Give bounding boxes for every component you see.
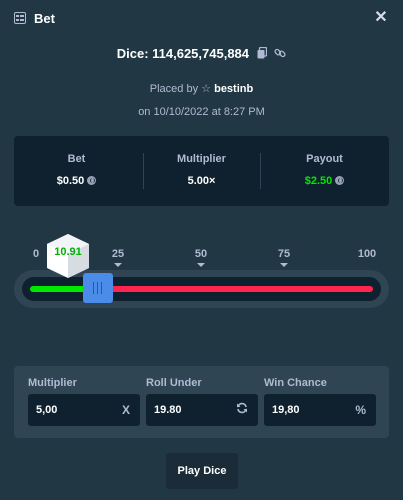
payout-text: $2.50 (304, 175, 333, 187)
modal-title: Bet (34, 11, 55, 26)
payout-stat: Payout $2.50 (260, 136, 389, 206)
bet-amount-label: Bet (67, 153, 86, 165)
link-icon[interactable] (274, 47, 286, 62)
play-dice-button[interactable]: Play Dice (166, 453, 238, 489)
bet-summary-panel: Bet $0.50 Multiplier 5.00× Payout $2.50 (14, 136, 389, 206)
multiplier-suffix: X (121, 403, 130, 417)
tick-label: 50 (194, 248, 208, 260)
star-icon: ☆ (201, 83, 212, 95)
roll-under-label: Roll Under (146, 377, 202, 389)
tick-label: 75 (277, 248, 291, 260)
lose-range (97, 286, 373, 292)
username-link[interactable]: bestinb (214, 83, 253, 95)
bet-amount-value: $0.50 (14, 175, 139, 187)
bet-id-text: Dice: 114,625,745,884 (116, 46, 250, 61)
multiplier-stat: Multiplier 5.00× (143, 136, 260, 206)
placed-by-label: Placed by (149, 83, 199, 95)
multiplier-input-label: Multiplier (28, 377, 77, 389)
bet-id-title: Dice: 114,625,745,884 (0, 46, 403, 62)
win-chance-input[interactable] (264, 394, 354, 426)
slider-track[interactable] (22, 277, 381, 301)
tick-label: 25 (111, 248, 125, 260)
grip-line (96, 282, 99, 294)
grip-line (92, 282, 95, 294)
grip-line (100, 282, 103, 294)
copy-icon[interactable] (257, 46, 267, 62)
bet-amount-text: $0.50 (56, 175, 85, 187)
tick-marker (114, 263, 122, 267)
coin-icon (335, 176, 345, 185)
multiplier-field: X (28, 394, 140, 426)
refresh-icon[interactable] (236, 402, 248, 417)
percent-suffix: % (355, 403, 366, 417)
roll-under-input[interactable] (146, 394, 236, 426)
multiplier-value: 5.00× (187, 175, 216, 187)
close-icon[interactable]: ✕ (371, 8, 391, 28)
result-value: 10.91 (54, 246, 82, 258)
dice-slider: 0 25 50 75 100 10.91 (14, 234, 389, 310)
placed-date: on 10/10/2022 at 8:27 PM (138, 106, 265, 118)
payout-value: $2.50 (260, 175, 389, 187)
tick-label: 100 (357, 248, 377, 260)
placed-by: Placed by ☆ bestinb (0, 82, 403, 95)
tick-label: 0 (32, 248, 40, 260)
roll-under-field (146, 394, 258, 426)
modal-header: Bet ✕ (0, 0, 403, 40)
bet-amount-stat: Bet $0.50 (14, 136, 139, 206)
result-dice: 10.91 (42, 232, 94, 280)
bet-list-icon (14, 12, 26, 24)
tick-marker (197, 263, 205, 267)
win-chance-label: Win Chance (264, 377, 327, 389)
win-chance-field: % (264, 394, 376, 426)
multiplier-input[interactable] (28, 394, 118, 426)
coin-icon (87, 176, 97, 185)
multiplier-label: Multiplier (177, 153, 226, 165)
dice-controls: Multiplier X Roll Under Win Chance % (14, 366, 389, 438)
tick-marker (280, 263, 288, 267)
payout-label: Payout (306, 153, 343, 165)
